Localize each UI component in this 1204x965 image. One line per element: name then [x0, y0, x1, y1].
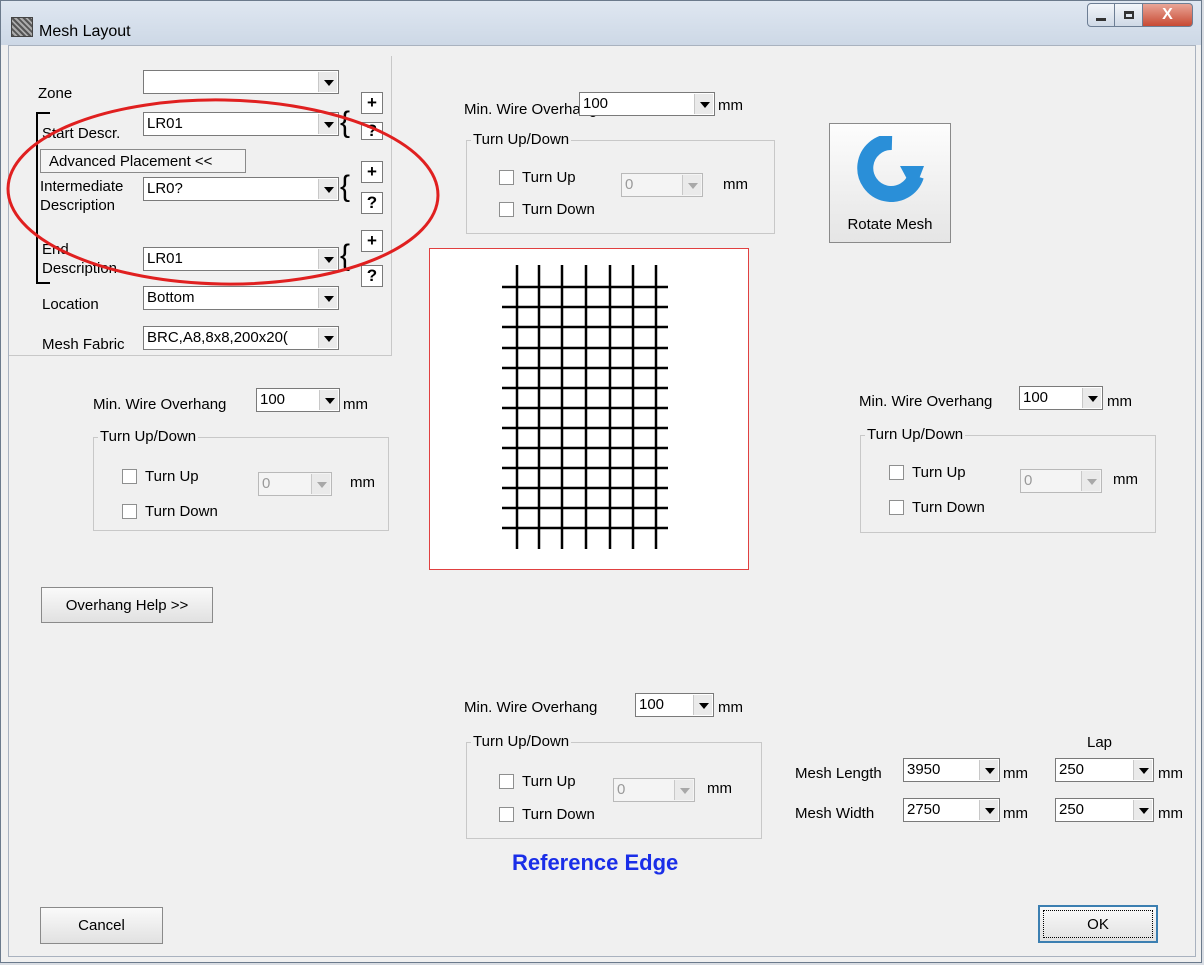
- chevron-down-icon: [979, 800, 998, 820]
- top-overhang-label: Min. Wire Overhang: [464, 101, 598, 118]
- bottom-overhang-select[interactable]: 100: [635, 693, 714, 717]
- top-overhang-select[interactable]: 100: [579, 92, 715, 116]
- chevron-down-icon: [693, 695, 712, 715]
- mesh-width-select[interactable]: 2750: [903, 798, 1000, 822]
- group-title: Turn Up/Down: [471, 131, 572, 148]
- chevron-down-icon: [311, 474, 330, 494]
- rotate-mesh-label: Rotate Mesh: [847, 216, 933, 233]
- dialog-client: Zone + Start Descr. LR01 { ? Advanced Pl…: [6, 45, 1196, 957]
- zone-select[interactable]: [143, 70, 339, 94]
- chevron-down-icon: [682, 175, 701, 195]
- group-title: Turn Up/Down: [471, 733, 572, 750]
- bottom-overhang-unit: mm: [718, 699, 743, 716]
- lap-header: Lap: [1087, 734, 1113, 751]
- right-turn-value-select[interactable]: 0: [1020, 469, 1102, 493]
- rotate-icon: [857, 136, 924, 202]
- bottom-turn-group: Turn Up/Down Turn Up Turn Down 0 mm: [466, 733, 762, 839]
- right-overhang-select[interactable]: 100: [1019, 386, 1103, 410]
- right-turn-group: Turn Up/Down Turn Up Turn Down 0 mm: [860, 426, 1156, 533]
- mesh-width-lap-select[interactable]: 250: [1055, 798, 1154, 822]
- bottom-turn-unit: mm: [707, 780, 732, 797]
- left-overhang-unit: mm: [343, 396, 368, 413]
- ok-button[interactable]: OK: [1038, 905, 1158, 943]
- overhang-help-button[interactable]: Overhang Help >>: [41, 587, 213, 623]
- mesh-fabric-select[interactable]: BRC,A8,8x8,200x20(: [143, 326, 339, 350]
- reference-edge-label: Reference Edge: [512, 850, 679, 875]
- mesh-length-lap-unit: mm: [1158, 765, 1183, 782]
- bottom-turn-value-select[interactable]: 0: [613, 778, 695, 802]
- chevron-down-icon: [318, 72, 337, 92]
- mesh-layout-window: Mesh Layout X Zone + Start Descr. LR01 {…: [0, 0, 1202, 963]
- location-label: Location: [42, 296, 99, 313]
- left-overhang-label: Min. Wire Overhang: [93, 396, 227, 413]
- left-turn-value-select[interactable]: 0: [258, 472, 332, 496]
- top-turn-up-checkbox[interactable]: Turn Up: [499, 169, 576, 186]
- mesh-fabric-label: Mesh Fabric: [42, 336, 125, 353]
- chevron-down-icon: [318, 328, 337, 348]
- mesh-length-lap-select[interactable]: 250: [1055, 758, 1154, 782]
- top-turn-unit: mm: [723, 176, 748, 193]
- app-icon: [11, 17, 33, 37]
- mesh-length-label: Mesh Length: [795, 765, 882, 782]
- top-turn-group: Turn Up/Down Turn Up Turn Down 0 mm: [466, 131, 775, 234]
- top-turn-value-select[interactable]: 0: [621, 173, 703, 197]
- close-button[interactable]: X: [1143, 3, 1193, 27]
- left-turn-unit: mm: [350, 474, 375, 491]
- minimize-button[interactable]: [1087, 3, 1115, 27]
- right-overhang-unit: mm: [1107, 393, 1132, 410]
- left-overhang-select[interactable]: 100: [256, 388, 340, 412]
- chevron-down-icon: [1082, 388, 1101, 408]
- chevron-down-icon: [1133, 760, 1152, 780]
- mesh-width-unit: mm: [1003, 805, 1028, 822]
- bottom-overhang-label: Min. Wire Overhang: [464, 699, 598, 716]
- rotate-mesh-button[interactable]: Rotate Mesh: [829, 123, 951, 243]
- caption-buttons: X: [1087, 3, 1193, 29]
- bottom-turn-down-checkbox[interactable]: Turn Down: [499, 806, 595, 823]
- top-turn-down-checkbox[interactable]: Turn Down: [499, 201, 595, 218]
- title-bar: Mesh Layout X: [1, 1, 1201, 45]
- top-overhang-unit: mm: [718, 97, 743, 114]
- mesh-width-lap-unit: mm: [1158, 805, 1183, 822]
- chevron-down-icon: [979, 760, 998, 780]
- bottom-turn-up-checkbox[interactable]: Turn Up: [499, 773, 576, 790]
- window-title: Mesh Layout: [39, 23, 131, 40]
- right-turn-up-checkbox[interactable]: Turn Up: [889, 464, 966, 481]
- mesh-preview: [429, 248, 749, 570]
- cancel-button[interactable]: Cancel: [40, 907, 163, 944]
- chevron-down-icon: [1081, 471, 1100, 491]
- mesh-length-unit: mm: [1003, 765, 1028, 782]
- right-overhang-label: Min. Wire Overhang: [859, 393, 993, 410]
- right-turn-down-checkbox[interactable]: Turn Down: [889, 499, 985, 516]
- right-turn-unit: mm: [1113, 471, 1138, 488]
- left-turn-up-checkbox[interactable]: Turn Up: [122, 468, 199, 485]
- annotation-ellipse: [6, 98, 440, 286]
- chevron-down-icon: [1133, 800, 1152, 820]
- group-title: Turn Up/Down: [865, 426, 966, 443]
- mesh-width-label: Mesh Width: [795, 805, 875, 822]
- chevron-down-icon: [694, 94, 713, 114]
- mesh-length-select[interactable]: 3950: [903, 758, 1000, 782]
- chevron-down-icon: [674, 780, 693, 800]
- group-title: Turn Up/Down: [98, 428, 199, 445]
- mesh-grid-icon: [502, 265, 668, 549]
- chevron-down-icon: [319, 390, 338, 410]
- left-turn-group: Turn Up/Down Turn Up Turn Down 0 mm: [93, 428, 389, 531]
- maximize-button[interactable]: [1115, 3, 1143, 27]
- left-turn-down-checkbox[interactable]: Turn Down: [122, 503, 218, 520]
